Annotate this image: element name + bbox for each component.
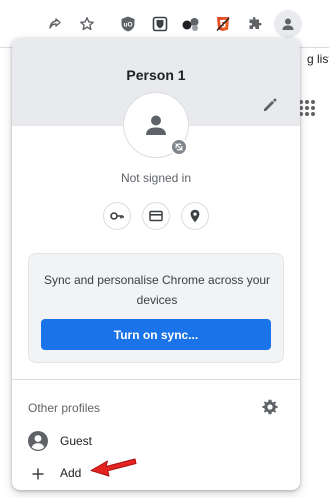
edit-profile-pencil-icon[interactable] <box>260 95 280 115</box>
plus-icon <box>31 467 45 481</box>
guest-person-icon <box>27 430 49 452</box>
guest-profile-item[interactable]: Guest <box>12 427 300 455</box>
payment-card-icon[interactable] <box>142 202 170 230</box>
profile-name: Person 1 <box>126 67 186 83</box>
background-page-text: g list <box>307 52 329 66</box>
annotation-arrow-icon <box>88 453 138 483</box>
apps-grid-icon[interactable] <box>299 100 315 116</box>
share-icon[interactable] <box>41 10 69 38</box>
bookmark-star-icon[interactable] <box>73 10 101 38</box>
sign-in-status: Not signed in <box>120 171 192 185</box>
sync-promo-card: Sync and personalise Chrome across your … <box>28 253 284 363</box>
bitwarden-icon[interactable] <box>146 10 174 38</box>
svg-text:uO: uO <box>123 22 132 29</box>
passwords-key-icon[interactable] <box>103 202 131 230</box>
manage-profiles-gear-icon[interactable] <box>260 397 280 417</box>
ublock-icon[interactable]: uO <box>114 10 142 38</box>
profile-avatar-icon[interactable] <box>274 10 302 38</box>
addresses-pin-icon[interactable] <box>181 202 209 230</box>
add-profile-item[interactable]: Add <box>12 461 300 487</box>
section-divider <box>12 379 300 380</box>
profile-menu: Person 1 Not signed in Sync and personal… <box>12 38 300 490</box>
other-profiles-heading: Other profiles <box>28 401 101 415</box>
extension-dots-icon[interactable] <box>177 10 205 38</box>
extensions-puzzle-icon[interactable] <box>241 10 269 38</box>
person-icon <box>146 115 166 135</box>
guest-profile-label: Guest <box>60 434 93 448</box>
sync-off-badge-icon <box>170 138 188 156</box>
sync-promo-text: Sync and personalise Chrome across your … <box>43 273 271 307</box>
html5-icon[interactable] <box>209 10 237 38</box>
turn-on-sync-button[interactable]: Turn on sync... <box>41 319 271 350</box>
add-profile-label: Add <box>60 466 82 480</box>
